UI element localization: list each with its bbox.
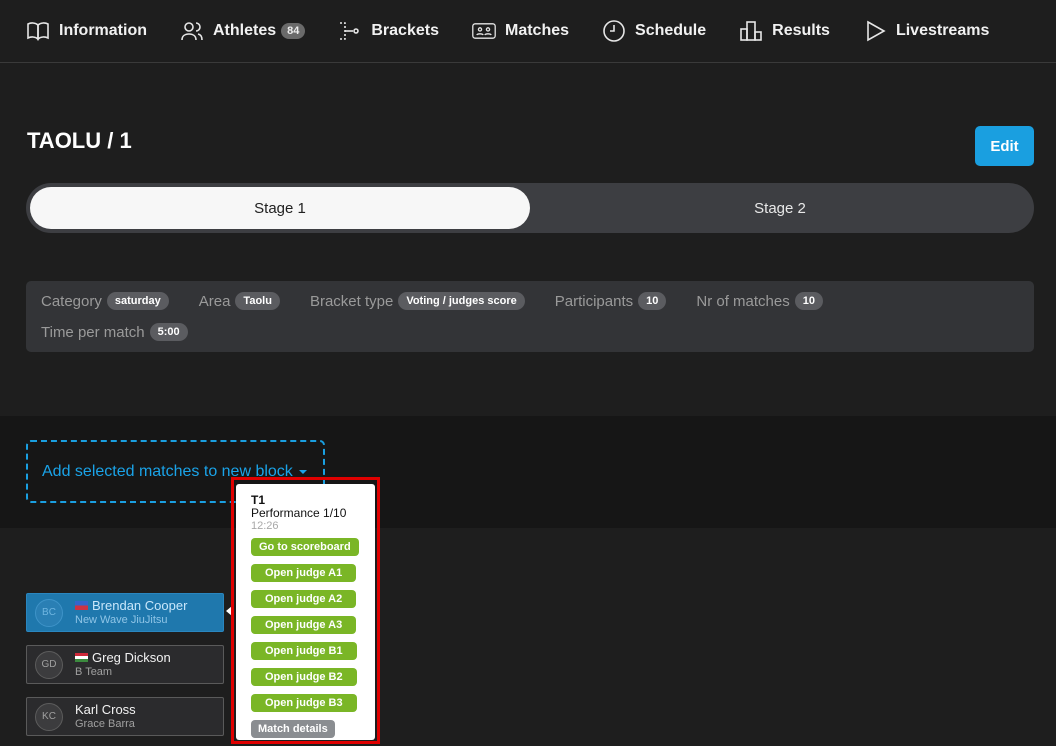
nav-brackets-label: Brackets <box>371 22 439 39</box>
match-id: T1 <box>251 493 266 507</box>
open-judge-a1-button[interactable]: Open judge A1 <box>251 564 357 582</box>
open-judge-b2-button[interactable]: Open judge B2 <box>251 668 357 686</box>
clock-icon <box>603 20 625 42</box>
open-judge-b3-button[interactable]: Open judge B3 <box>251 694 357 712</box>
match-subtitle: Performance 1/10 <box>251 506 347 520</box>
nav-livestreams-label: Livestreams <box>895 22 990 39</box>
nav-results[interactable]: Results <box>739 0 830 63</box>
athlete-team: Grace Barra <box>75 718 135 730</box>
info-bracket-type-label: Bracket type <box>309 292 394 310</box>
info-time-label: Time per match <box>41 323 145 341</box>
athlete-card[interactable]: BC Brendan Cooper New Wave JiuJitsu <box>26 593 224 632</box>
info-nr-matches-label: Nr of matches <box>696 292 790 310</box>
open-judge-b1-button[interactable]: Open judge B1 <box>251 642 357 660</box>
info-nr-matches-value: 10 <box>794 292 823 310</box>
bracket-info: Category saturday Area Taolu Bracket typ… <box>26 281 1034 352</box>
book-icon <box>27 22 49 41</box>
athlete-name: Brendan Cooper <box>92 598 188 613</box>
avatar: BC <box>35 598 63 627</box>
athletes-count-badge: 84 <box>281 23 306 39</box>
info-area-value: Taolu <box>235 292 280 310</box>
nav-matches[interactable]: Matches <box>472 0 569 63</box>
info-time-per-match: Time per match 5:00 <box>41 323 188 341</box>
stage-switcher: Stage 1 Stage 2 <box>26 183 1034 233</box>
info-bracket-type: Bracket type Voting / judges score <box>310 292 525 310</box>
athlete-team: New Wave JiuJitsu <box>75 614 168 626</box>
nav-schedule[interactable]: Schedule <box>602 0 706 63</box>
info-participants: Participants 10 <box>555 292 667 310</box>
match-time: 12:26 <box>251 520 279 532</box>
tab-stage-2[interactable]: Stage 2 <box>530 187 1030 229</box>
bracket-icon <box>340 22 360 40</box>
open-judge-a2-button[interactable]: Open judge A2 <box>251 590 357 608</box>
info-time-value: 5:00 <box>149 323 188 341</box>
info-category: Category saturday <box>41 292 169 310</box>
nav-schedule-label: Schedule <box>635 22 707 39</box>
info-area: Area Taolu <box>199 292 280 310</box>
match-details-button[interactable]: Match details <box>251 720 335 738</box>
users-icon <box>181 22 203 41</box>
nav-matches-label: Matches <box>504 22 570 39</box>
tab-stage-1[interactable]: Stage 1 <box>30 187 530 229</box>
info-participants-label: Participants <box>554 292 634 310</box>
top-nav: Information Athletes 84 Brackets Matches… <box>0 0 1056 63</box>
info-category-value: saturday <box>106 292 169 310</box>
nav-information-label: Information <box>59 22 147 39</box>
athlete-name: Karl Cross <box>75 702 136 717</box>
info-participants-value: 10 <box>638 292 667 310</box>
play-icon <box>867 20 886 42</box>
open-judge-a3-button[interactable]: Open judge A3 <box>251 616 357 634</box>
nav-livestreams[interactable]: Livestreams <box>863 0 989 63</box>
info-bracket-type-value: Voting / judges score <box>398 292 525 310</box>
athlete-team: B Team <box>75 666 113 678</box>
nav-athletes[interactable]: Athletes 84 <box>180 0 306 63</box>
athlete-name: Greg Dickson <box>92 650 171 665</box>
avatar: GD <box>35 650 63 679</box>
go-to-scoreboard-button[interactable]: Go to scoreboard <box>251 538 359 556</box>
nav-brackets[interactable]: Brackets <box>338 0 439 63</box>
nav-athletes-label: Athletes <box>213 22 277 39</box>
page-title: TAOLU / 1 <box>27 128 132 153</box>
flag-icon <box>75 601 88 610</box>
matches-icon <box>472 23 496 39</box>
avatar: KC <box>35 702 63 731</box>
info-nr-matches: Nr of matches 10 <box>696 292 823 310</box>
athlete-card[interactable]: KC Karl Cross Grace Barra <box>26 697 224 736</box>
nav-results-label: Results <box>772 22 830 39</box>
nav-information[interactable]: Information <box>26 0 147 63</box>
caret-down-icon <box>298 469 307 474</box>
info-category-label: Category <box>41 292 102 310</box>
match-popover: T1 Performance 1/10 12:26 Go to scoreboa… <box>236 484 375 740</box>
edit-button[interactable]: Edit <box>975 126 1034 166</box>
athlete-card[interactable]: GD Greg Dickson B Team <box>26 645 224 684</box>
flag-icon <box>75 653 88 662</box>
podium-icon <box>740 21 762 41</box>
info-area-label: Area <box>198 292 231 310</box>
